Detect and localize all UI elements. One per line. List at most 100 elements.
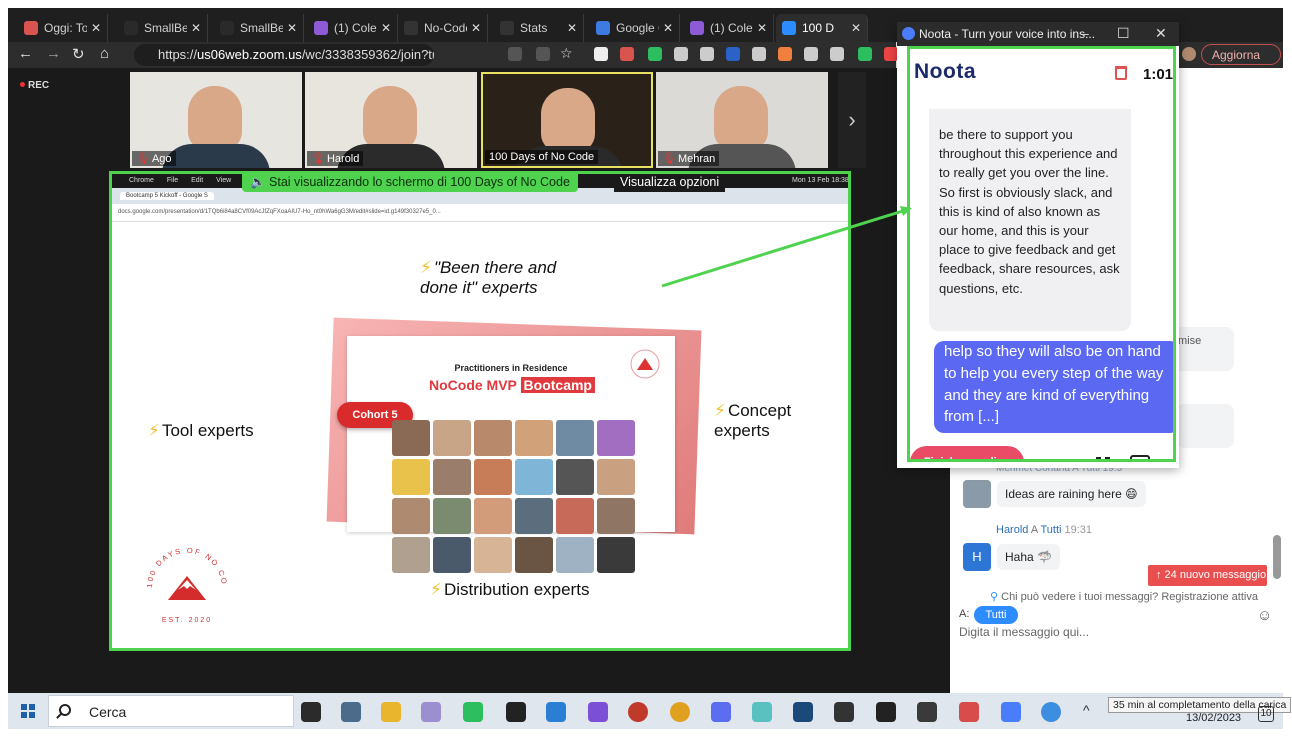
share-icon[interactable] (536, 47, 550, 61)
extension-icon[interactable] (620, 47, 634, 61)
profile-avatar[interactable] (1182, 47, 1196, 61)
bookmark-star-icon[interactable]: ☆ (560, 45, 573, 62)
evernote-icon[interactable] (463, 702, 483, 722)
chat-scrollbar[interactable] (1273, 535, 1281, 579)
address-bar[interactable]: https://us06web.zoom.us/wc/3338359362/jo… (134, 44, 434, 66)
tab-label: SmallBets (144, 21, 187, 35)
browser-tab[interactable]: Stats ✕ (494, 14, 584, 42)
tab-close-icon[interactable]: ✕ (567, 21, 577, 35)
tray-chevron-up-icon[interactable]: ^ (1083, 702, 1090, 718)
cohort-member-photo (515, 537, 553, 573)
transcript-bubble: be there to support you throughout this … (929, 109, 1131, 331)
recipient-select[interactable]: Tutti (974, 606, 1018, 624)
forward-icon[interactable]: → (46, 45, 61, 62)
camera-permission-icon[interactable] (508, 47, 522, 61)
slide-text-line: Distribution experts (443, 580, 590, 599)
browser-tab[interactable]: Google C ✕ (590, 14, 680, 42)
browser-tab[interactable]: 100 D ✕ (776, 14, 868, 42)
extension-icon[interactable] (830, 47, 844, 61)
tab-close-icon[interactable]: ✕ (663, 21, 673, 35)
app-icon-2[interactable] (711, 702, 731, 722)
notion-icon[interactable] (506, 702, 526, 722)
browser-tab[interactable]: (1) Coleag ✕ (684, 14, 774, 42)
participant-tile[interactable]: 🎙 Harold (305, 72, 477, 168)
calculator-icon[interactable] (341, 702, 361, 722)
extension-icon[interactable] (778, 47, 792, 61)
card-title: NoCode MVP Bootcamp (429, 377, 595, 393)
cohort-member-photo (515, 498, 553, 534)
windows-start-icon[interactable] (21, 704, 35, 718)
cohort-member-photo (433, 420, 471, 456)
tab-label: Oggi: Tod (44, 21, 87, 35)
app-icon-5[interactable] (834, 702, 854, 722)
pause-icon[interactable] (1096, 457, 1110, 459)
view-options-button[interactable]: Visualizza opzioni (614, 174, 726, 192)
logo-est-text: EST. 2020 (162, 617, 212, 624)
tab-close-icon[interactable]: ✕ (851, 21, 861, 35)
camera-icon[interactable] (1130, 455, 1150, 459)
participant-tile[interactable]: 🎙 Ago (130, 72, 302, 168)
extension-icon[interactable] (726, 47, 740, 61)
app-icon-4[interactable] (793, 702, 813, 722)
tab-close-icon[interactable]: ✕ (191, 21, 201, 35)
chrome-icon[interactable] (670, 702, 690, 722)
muted-mic-icon: 🎙 (311, 153, 325, 165)
extension-icon[interactable] (858, 47, 872, 61)
tab-close-icon[interactable]: ✕ (287, 21, 297, 35)
extension-icon[interactable] (674, 47, 688, 61)
minimize-icon[interactable]: – (1081, 25, 1089, 41)
participant-tile[interactable]: 🎙 Mehran (656, 72, 828, 168)
slack-icon[interactable] (959, 702, 979, 722)
windows-taskbar: Cerca ^ 13/02/2023 (8, 693, 1283, 729)
app-icon-3[interactable] (752, 702, 772, 722)
emoji-icon[interactable]: ☺ (1257, 607, 1272, 624)
terminal-icon[interactable] (301, 702, 321, 722)
back-icon[interactable]: ← (18, 45, 33, 62)
notification-center-button[interactable]: 10 (1258, 706, 1274, 722)
trash-icon[interactable] (1115, 66, 1127, 80)
reload-icon[interactable]: ↻ (72, 45, 85, 63)
obsidian-icon[interactable] (588, 702, 608, 722)
tab-close-icon[interactable]: ✕ (471, 21, 481, 35)
extension-icon[interactable] (648, 47, 662, 61)
participant-name-text: Ago (151, 153, 172, 165)
finish-recording-button[interactable]: Finish recording (910, 446, 1024, 459)
browser-tab[interactable]: SmallBets ✕ (214, 14, 304, 42)
chat-visibility-notice[interactable]: ⚲ Chi può vedere i tuoi messaggi? Regist… (990, 590, 1258, 603)
extension-icon[interactable] (804, 47, 818, 61)
chat-message: Ideas are raining here 😄 (997, 481, 1146, 507)
record-icon[interactable] (628, 702, 648, 722)
home-icon[interactable]: ⌂ (100, 45, 109, 62)
taskbar-search[interactable]: Cerca (48, 695, 294, 727)
file-explorer-icon[interactable] (381, 702, 401, 722)
app-icon[interactable] (421, 702, 441, 722)
browser-tab[interactable]: Oggi: Tod ✕ (18, 14, 108, 42)
tab-close-icon[interactable]: ✕ (381, 21, 391, 35)
piano-icon[interactable] (876, 702, 896, 722)
cohort-member-photo (597, 537, 635, 573)
browser-tab[interactable]: No-Code ✕ (398, 14, 488, 42)
browser-tab[interactable]: (1) Coleag ✕ (308, 14, 398, 42)
update-button[interactable]: Aggiorna (1201, 44, 1281, 65)
extension-icon[interactable] (700, 47, 714, 61)
extension-icon[interactable] (884, 47, 898, 61)
maximize-icon[interactable]: ☐ (1117, 25, 1130, 42)
taskbar-date: 13/02/2023 (1186, 712, 1242, 724)
sender-name[interactable]: Harold (996, 524, 1028, 536)
noota-taskbar-icon[interactable] (1001, 702, 1021, 722)
chat-message-input[interactable]: Digita il messaggio qui... (959, 625, 1249, 639)
new-messages-button[interactable]: ↑ 24 nuovo messaggio (1148, 565, 1267, 586)
close-icon[interactable]: ✕ (1155, 25, 1167, 42)
chrome-icon-2[interactable] (1041, 702, 1061, 722)
extension-icon[interactable] (752, 47, 766, 61)
tab-close-icon[interactable]: ✕ (757, 21, 767, 35)
participant-tile[interactable]: 100 Days of No Code (481, 72, 653, 168)
slide-tool-experts: ⚡ Tool experts (148, 421, 254, 441)
tab-close-icon[interactable]: ✕ (91, 21, 101, 35)
vscode-icon[interactable] (546, 702, 566, 722)
app-icon-6[interactable] (917, 702, 937, 722)
extension-icon[interactable] (594, 47, 608, 61)
avatar (963, 480, 991, 508)
browser-tab[interactable]: SmallBets ✕ (118, 14, 208, 42)
next-participants-button[interactable]: › (838, 72, 866, 168)
